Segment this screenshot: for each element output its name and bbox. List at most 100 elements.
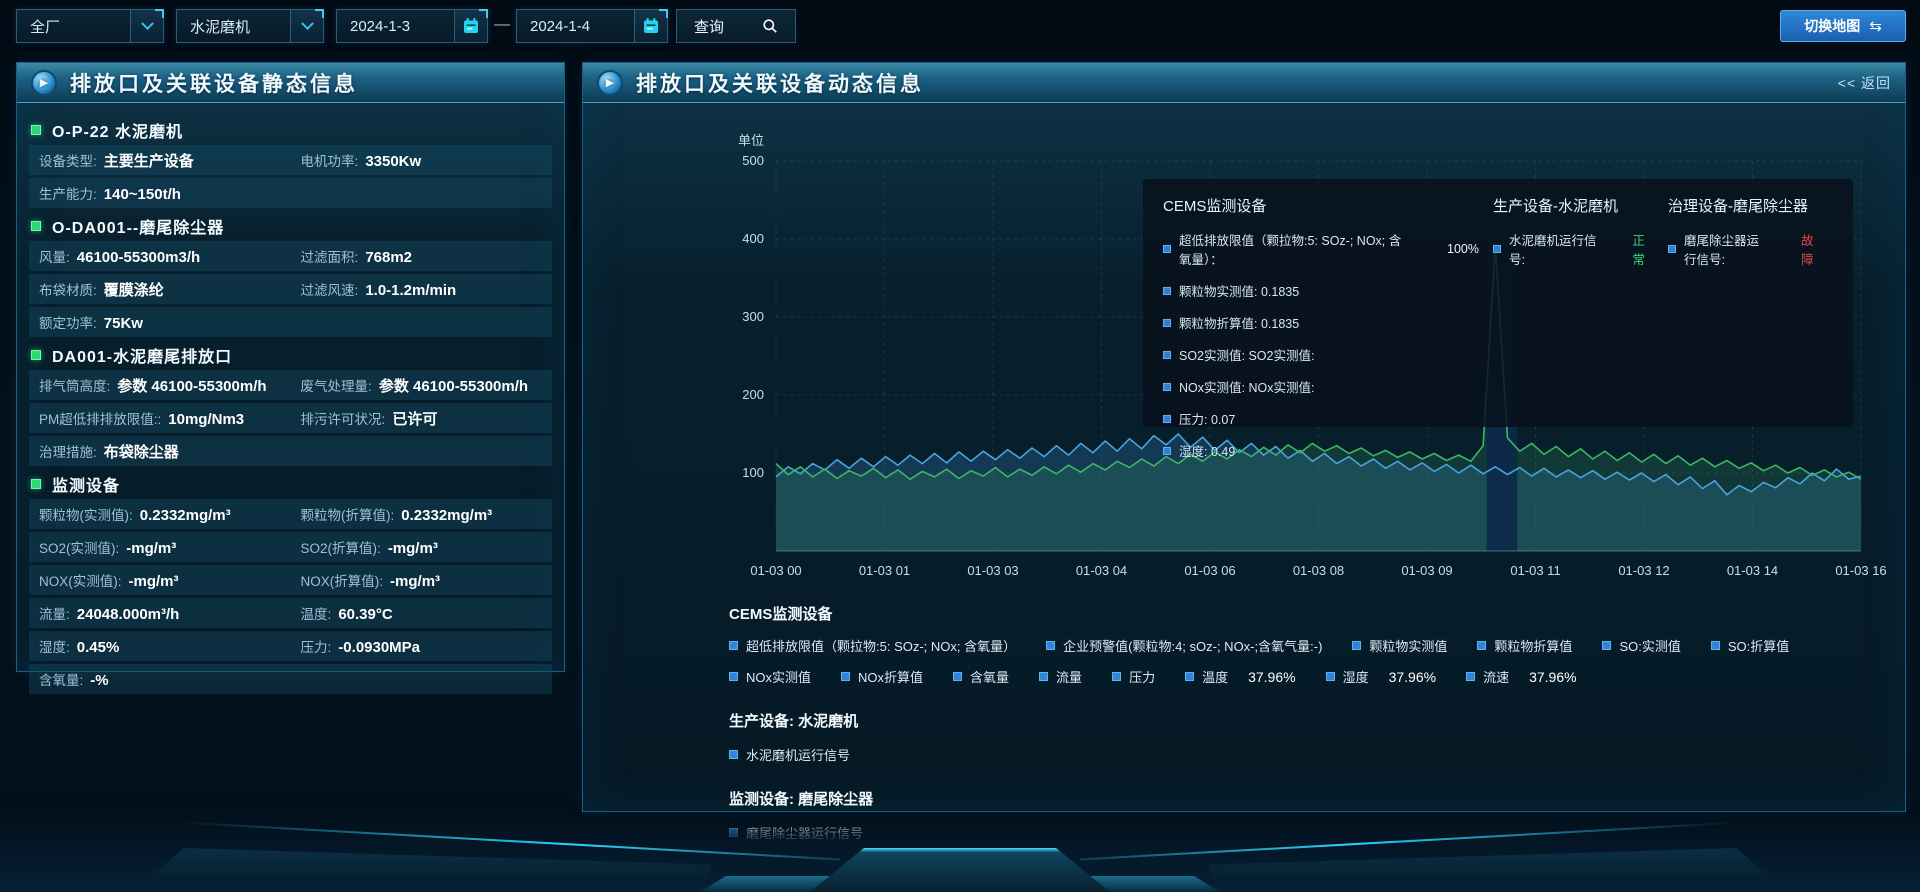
x-axis-tick-label: 01-03 04 bbox=[1076, 563, 1127, 578]
table-row: 设备类型:主要生产设备电机功率:3350Kw bbox=[29, 145, 552, 175]
section-title: DA001-水泥磨尾排放口 bbox=[52, 343, 232, 367]
topbar: 全厂 水泥磨机 2024-1-3 — 2024-1-4 bbox=[0, 0, 1920, 52]
device-signal-label: 水泥磨机运行信号 bbox=[746, 745, 850, 764]
legend-item[interactable]: NOx折算值 bbox=[841, 667, 923, 686]
legend-item-label: NOx折算值 bbox=[858, 667, 923, 686]
field-cell: 温度: 60.39°C bbox=[301, 603, 542, 623]
field-value: 60.39°C bbox=[338, 606, 392, 623]
legend-row: 超低排放限值（颗拉物:5: SOz-; NOx; 含氧量） 企业预警值(颗粒物:4… bbox=[729, 636, 1871, 686]
field-value: -mg/m³ bbox=[129, 573, 179, 590]
chart-svg[interactable]: 01-03 0001-03 0101-03 0301-03 0401-03 06… bbox=[721, 131, 1896, 596]
plant-select[interactable]: 全厂 bbox=[16, 9, 164, 43]
legend-item[interactable]: 压力 bbox=[1112, 667, 1155, 686]
legend-item-label: 温度 bbox=[1202, 667, 1228, 686]
x-axis-tick-label: 01-03 14 bbox=[1727, 563, 1778, 578]
legend-item-label: 企业预警值(颗粒物:4; sOz-; NOx-;含氧气量:-) bbox=[1063, 636, 1322, 655]
y-axis-tick-label: 300 bbox=[742, 309, 764, 324]
date-range-dash: — bbox=[494, 16, 510, 34]
field-label: NOX(折算值): bbox=[301, 570, 384, 590]
legend-marker-icon bbox=[729, 750, 738, 759]
date-start-value: 2024-1-3 bbox=[337, 18, 454, 35]
legend-item[interactable]: 温度37.96% bbox=[1185, 667, 1296, 686]
x-axis-tick-label: 01-03 16 bbox=[1835, 563, 1886, 578]
device-signal-item[interactable]: 水泥磨机运行信号 bbox=[729, 745, 1871, 764]
field-cell: 风量:46100-55300m3/h bbox=[39, 246, 301, 266]
field-label: 排污许可状况: bbox=[301, 408, 386, 428]
legend-marker-icon bbox=[729, 672, 738, 681]
field-value: 0.45% bbox=[77, 639, 120, 656]
date-start-picker-button[interactable] bbox=[454, 10, 487, 42]
legend-item[interactable]: SO:实测值 bbox=[1602, 636, 1680, 655]
legend-item[interactable]: 颗粒物折算值 bbox=[1477, 636, 1572, 655]
date-start-input[interactable]: 2024-1-3 bbox=[336, 9, 488, 43]
x-axis-tick-label: 01-03 12 bbox=[1618, 563, 1669, 578]
legend-item-label: 湿度 bbox=[1343, 667, 1369, 686]
section-title: 监测设备 bbox=[52, 472, 120, 496]
table-row: NOX(实测值):-mg/m³NOX(折算值):-mg/m³ bbox=[29, 565, 552, 595]
table-row: 布袋材质:覆膜涤纶过滤风速:1.0-1.2m/min bbox=[29, 274, 552, 304]
field-value: 140~150t/h bbox=[104, 186, 181, 203]
field-label: 流量: bbox=[39, 603, 70, 623]
legend-item[interactable]: 企业预警值(颗粒物:4; sOz-; NOx-;含氧气量:-) bbox=[1046, 636, 1322, 655]
legend-item-label: 含氧量 bbox=[970, 667, 1009, 686]
section-title: O-P-22 水泥磨机 bbox=[52, 118, 183, 142]
chevron-down-icon bbox=[301, 17, 314, 30]
legend-item[interactable]: 超低排放限值（颗拉物:5: SOz-; NOx; 含氧量） bbox=[729, 636, 1016, 655]
legend-item-label: 流速 bbox=[1483, 667, 1509, 686]
green-square-bullet-icon bbox=[31, 125, 41, 135]
query-button-label: 查询 bbox=[694, 16, 724, 37]
legend-heading: CEMS监测设备 bbox=[729, 603, 1871, 624]
device-select-dropdown-button[interactable] bbox=[290, 10, 323, 42]
y-axis-tick-label: 400 bbox=[742, 231, 764, 246]
field-label: 生产能力: bbox=[39, 183, 97, 203]
field-value: 主要生产设备 bbox=[104, 150, 194, 171]
field-value: 布袋除尘器 bbox=[104, 441, 179, 462]
play-icon: ▶ bbox=[31, 70, 57, 96]
legend-item[interactable]: 流速 37.96% bbox=[1466, 667, 1577, 686]
legend-marker-icon bbox=[1326, 672, 1335, 681]
legend-item[interactable]: 流量 bbox=[1039, 667, 1082, 686]
field-label: 电机功率: bbox=[301, 150, 359, 170]
legend-item[interactable]: 颗粒物实测值 bbox=[1352, 636, 1447, 655]
legend-item[interactable]: SO:折算值 bbox=[1711, 636, 1789, 655]
field-label: 颗粒物(折算值): bbox=[301, 504, 395, 524]
field-value: -mg/m³ bbox=[388, 540, 438, 557]
y-axis-unit-label: 单位 bbox=[738, 133, 764, 148]
field-label: 温度: bbox=[301, 603, 332, 623]
device-select[interactable]: 水泥磨机 bbox=[176, 9, 324, 43]
legend-item-value: 37.96% bbox=[1529, 669, 1576, 685]
date-end-input[interactable]: 2024-1-4 bbox=[516, 9, 668, 43]
legend-marker-icon bbox=[953, 672, 962, 681]
field-label: 治理措施: bbox=[39, 441, 97, 461]
x-axis-tick-label: 01-03 11 bbox=[1510, 563, 1560, 578]
field-cell: NOX(折算值):-mg/m³ bbox=[301, 570, 542, 590]
section-title: O-DA001--磨尾除尘器 bbox=[52, 214, 224, 238]
legend-marker-icon bbox=[1477, 641, 1486, 650]
field-cell: 流量:24048.000m³/h bbox=[39, 603, 301, 623]
device-group-heading: 生产设备: 水泥磨机 bbox=[729, 710, 1871, 731]
legend-item-label: 超低排放限值（颗拉物:5: SOz-; NOx; 含氧量） bbox=[746, 636, 1016, 655]
series-area bbox=[776, 247, 1861, 551]
x-axis-tick-label: 01-03 09 bbox=[1401, 563, 1452, 578]
field-cell: SO2(实测值):-mg/m³ bbox=[39, 537, 301, 557]
device-select-value: 水泥磨机 bbox=[177, 16, 290, 37]
footer-center-emblem bbox=[810, 848, 1110, 892]
static-info-panel: ▶ 排放口及关联设备静态信息 O-P-22 水泥磨机设备类型:主要生产设备电机功… bbox=[16, 62, 565, 672]
table-row: 生产能力: 140~150t/h bbox=[29, 178, 552, 208]
field-label: 布袋材质: bbox=[39, 279, 97, 299]
y-axis-tick-label: 500 bbox=[742, 153, 764, 168]
date-end-picker-button[interactable] bbox=[634, 10, 667, 42]
emissions-line-chart[interactable]: 01-03 0001-03 0101-03 0301-03 0401-03 06… bbox=[721, 131, 1896, 596]
section-header: O-P-22 水泥磨机 bbox=[29, 115, 552, 145]
play-icon: ▶ bbox=[597, 70, 623, 96]
legend-item[interactable]: 湿度37.96% bbox=[1326, 667, 1437, 686]
legend-item[interactable]: 含氧量 bbox=[953, 667, 1009, 686]
plant-select-dropdown-button[interactable] bbox=[130, 10, 163, 42]
back-link[interactable]: << 返回 bbox=[1838, 73, 1891, 93]
query-button[interactable]: 查询 bbox=[676, 9, 796, 43]
legend-item[interactable]: NOx实测值 bbox=[729, 667, 811, 686]
field-label: PM超低排排放限值:: bbox=[39, 408, 161, 428]
field-label: 废气处理量: bbox=[301, 375, 372, 395]
table-row: 湿度:0.45%压力:-0.0930MPa bbox=[29, 631, 552, 661]
switch-map-button[interactable]: 切换地图 ⇆ bbox=[1780, 10, 1906, 42]
